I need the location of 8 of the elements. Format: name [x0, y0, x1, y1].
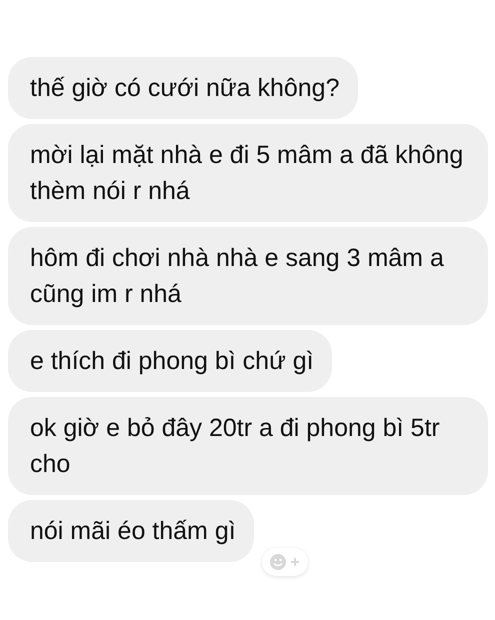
message-bubble: hôm đi chơi nhà nhà e sang 3 mâm a cũng im r nhá — [8, 227, 488, 325]
message-bubble: mời lại mặt nhà e đi 5 mâm a đã không thèm nói r nhá — [8, 124, 488, 222]
message-bubble: nói mãi éo thấm gì — [8, 500, 254, 562]
message-bubble: ok giờ e bỏ đây 20tr a đi phong bì 5tr cho — [8, 397, 488, 495]
message-bubble: thế giờ có cưới nữa không? — [8, 57, 358, 119]
add-reaction-button[interactable] — [262, 548, 308, 576]
smiley-plus-icon — [268, 552, 302, 572]
message-bubble: e thích đi phong bì chứ gì — [8, 330, 332, 392]
